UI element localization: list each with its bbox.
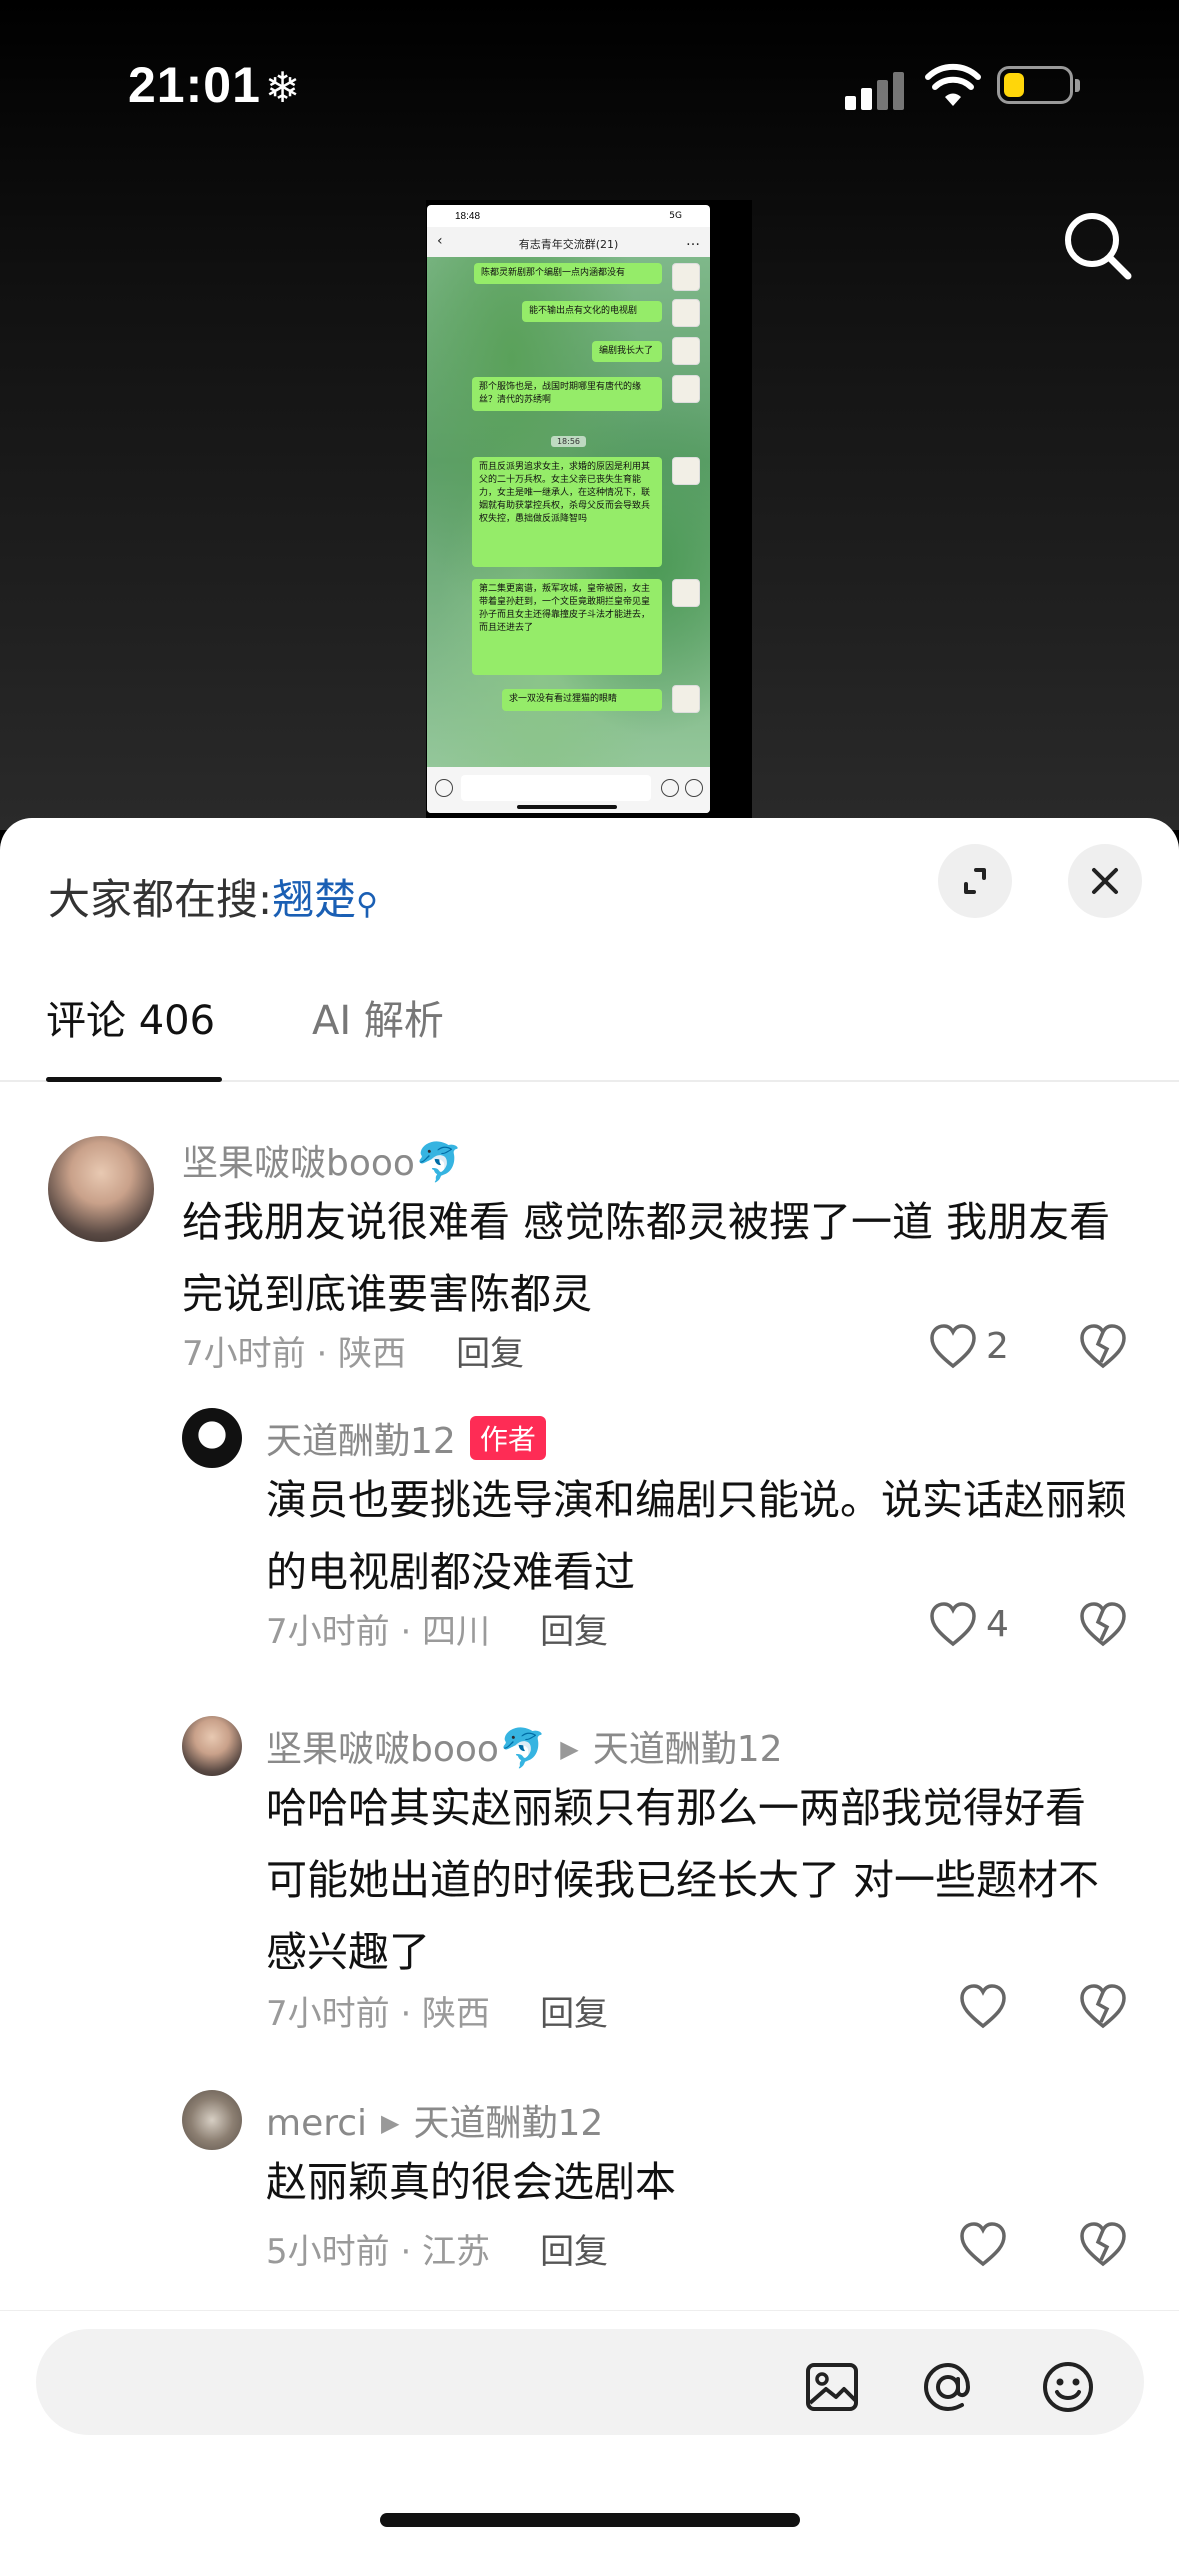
- like-count: 4: [986, 1604, 1009, 1645]
- expand-icon: [964, 868, 986, 894]
- dislike-icon[interactable]: [1078, 2220, 1128, 2270]
- dislike-icon[interactable]: [1078, 1322, 1128, 1372]
- search-small-icon: ⚲: [356, 887, 379, 922]
- close-icon: [1092, 868, 1118, 894]
- tab-ai-analysis[interactable]: AI 解析: [312, 988, 444, 1046]
- reply-item: 坚果啵啵booo🐬 ▶ 天道酬勤12 哈哈哈其实赵丽颖只有那么一两部我觉得好看 可能…: [0, 1716, 1179, 2046]
- image-icon[interactable]: [802, 2357, 862, 2417]
- close-button[interactable]: [1068, 844, 1142, 918]
- voice-icon: [435, 779, 453, 797]
- comment-time-location: 5小时前 · 江苏: [266, 2232, 491, 2272]
- battery-icon: [997, 66, 1080, 104]
- expand-button[interactable]: [938, 844, 1012, 918]
- status-time: 21:01❄: [128, 57, 302, 113]
- dolphin-icon: 🐬: [414, 1140, 463, 1184]
- like-button[interactable]: 4: [928, 1600, 1028, 1650]
- reply-to-username[interactable]: 天道酬勤12: [593, 1729, 783, 1770]
- comment-item: 坚果啵啵booo🐬 给我朋友说很难看 感觉陈都灵被摆了一道 我朋友看完说到底谁要…: [0, 1116, 1179, 1374]
- author-badge: 作者: [469, 1416, 546, 1460]
- comment-panel: 大家都在搜:翘楚⚲ 评论 406 AI 解析 坚果啵啵booo🐬 给我朋友说很难…: [0, 818, 1179, 2556]
- dislike-icon[interactable]: [1078, 1600, 1128, 1650]
- heart-icon: [930, 1324, 976, 1369]
- like-button[interactable]: [958, 2220, 1018, 2270]
- like-button[interactable]: 2: [928, 1322, 1028, 1372]
- active-tab-indicator: [46, 1077, 222, 1082]
- dolphin-icon: 🐬: [498, 1726, 547, 1770]
- emoji-icon[interactable]: [1038, 2357, 1098, 2417]
- avatar[interactable]: [48, 1136, 154, 1242]
- home-indicator: [380, 2513, 800, 2527]
- comment-username[interactable]: 坚果啵啵booo: [266, 1729, 499, 1770]
- heart-icon: [930, 1602, 976, 1647]
- video-chat-screenshot: 18:48 5G ‹ 有志青年交流群(21) … 陈都灵新剧那个编剧一点内涵都没…: [427, 205, 710, 813]
- comment-time-location: 7小时前 · 陕西: [182, 1334, 407, 1374]
- comment-text[interactable]: 哈哈哈其实赵丽颖只有那么一两部我觉得好看 可能她出道的时候我已经长大了 对一些题…: [266, 1772, 1136, 1988]
- reply-arrow-icon: ▶: [560, 1735, 579, 1763]
- like-count: 2: [986, 1326, 1009, 1367]
- comment-time-location: 7小时前 · 四川: [266, 1612, 491, 1652]
- tab-comments[interactable]: 评论 406: [46, 988, 215, 1046]
- more-icon: …: [686, 233, 700, 249]
- avatar[interactable]: [182, 1716, 242, 1776]
- at-mention-icon[interactable]: [918, 2357, 978, 2417]
- hot-search[interactable]: 大家都在搜:翘楚⚲: [48, 866, 378, 927]
- reply-to-username[interactable]: 天道酬勤12: [414, 2103, 604, 2144]
- like-button[interactable]: [958, 1982, 1018, 2032]
- avatar[interactable]: [182, 1408, 242, 1468]
- plus-icon: [685, 779, 703, 797]
- hot-search-keyword[interactable]: 翘楚: [272, 875, 356, 924]
- reply-arrow-icon: ▶: [381, 2109, 400, 2137]
- reply-item: 天道酬勤12 作者 演员也要挑选导演和编剧只能说。说实话赵丽颖的电视剧都没难看过 …: [0, 1408, 1179, 1658]
- wifi-icon: [925, 63, 981, 106]
- search-icon[interactable]: [1058, 206, 1138, 286]
- comment-input[interactable]: [36, 2329, 1144, 2435]
- avatar[interactable]: [182, 2090, 242, 2150]
- reply-item: merci ▶ 天道酬勤12 赵丽颖真的很会选剧本 5小时前 · 江苏 回复: [0, 2090, 1179, 2290]
- snowflake-icon: ❄: [264, 64, 302, 111]
- comment-text[interactable]: 演员也要挑选导演和编剧只能说。说实话赵丽颖的电视剧都没难看过: [266, 1464, 1136, 1608]
- reply-button[interactable]: 回复: [456, 1334, 524, 1374]
- comment-text[interactable]: 赵丽颖真的很会选剧本: [266, 2146, 1136, 2218]
- cellular-signal-icon: [845, 70, 907, 110]
- status-bar: 21:01❄: [0, 0, 1179, 170]
- emoji-icon: [661, 779, 679, 797]
- heart-icon: [960, 1984, 1006, 2029]
- dislike-icon[interactable]: [1078, 1982, 1128, 2032]
- reply-button[interactable]: 回复: [540, 2232, 608, 2272]
- comment-text[interactable]: 给我朋友说很难看 感觉陈都灵被摆了一道 我朋友看完说到底谁要害陈都灵: [182, 1186, 1122, 1330]
- comment-input-bar: [0, 2310, 1179, 2556]
- comment-time-location: 7小时前 · 陕西: [266, 1994, 491, 2034]
- panel-tabs: 评论 406 AI 解析: [0, 988, 1179, 1082]
- comment-username[interactable]: merci: [266, 2103, 367, 2144]
- comment-username[interactable]: 坚果啵啵booo: [182, 1143, 415, 1184]
- heart-icon: [960, 2222, 1006, 2267]
- reply-button[interactable]: 回复: [540, 1994, 608, 2034]
- comment-username[interactable]: 天道酬勤12: [266, 1421, 456, 1462]
- reply-button[interactable]: 回复: [540, 1612, 608, 1652]
